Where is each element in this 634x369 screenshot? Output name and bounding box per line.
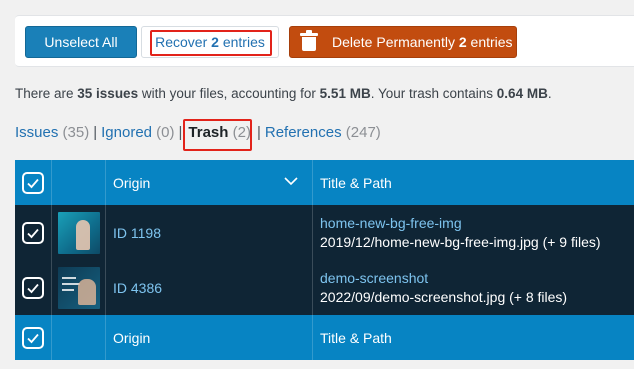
select-all-checkbox[interactable] — [22, 171, 44, 194]
unselect-all-button[interactable]: Unselect All — [25, 26, 137, 58]
checkbox-checked-icon — [27, 283, 39, 293]
thumbnail-column-header — [52, 160, 106, 205]
entry-path: 2022/09/demo-screenshot.jpg (+ 8 files) — [320, 288, 568, 305]
tab-separator: | — [178, 124, 183, 141]
origin-column-footer[interactable]: Origin — [106, 315, 313, 360]
table-row[interactable]: ID 4386 demo-screenshot 2022/09/demo-scr… — [15, 260, 634, 315]
tab-separator: | — [93, 124, 98, 141]
recover-label: Recover 2 entries — [155, 34, 265, 50]
checkbox-checked-icon — [27, 228, 39, 238]
trash-icon — [300, 30, 318, 51]
delete-permanently-button[interactable]: Delete Permanently 2 entries — [289, 26, 517, 58]
thumbnail-image[interactable] — [57, 266, 100, 309]
row-checkbox[interactable] — [22, 276, 44, 299]
select-all-checkbox[interactable] — [22, 326, 44, 349]
origin-link[interactable]: ID 4386 — [113, 280, 162, 296]
origin-column-header[interactable]: Origin — [106, 160, 313, 205]
entry-title-link[interactable]: demo-screenshot — [320, 269, 567, 288]
title-path-column-footer: Title & Path — [320, 329, 392, 346]
origin-link[interactable]: ID 1198 — [113, 225, 161, 241]
tab-trash[interactable]: Trash (2) — [183, 119, 253, 151]
checkbox-checked-icon — [27, 178, 39, 188]
actions-toolbar: Unselect All Recover 2 entries Delete Pe… — [15, 15, 634, 67]
thumbnail-image[interactable] — [57, 211, 100, 254]
unselect-all-label: Unselect All — [44, 34, 118, 50]
checkbox-checked-icon — [27, 333, 39, 343]
title-path-column-header: Title & Path — [320, 174, 392, 191]
filter-tabs: Issues (35) | Ignored (0) | Trash (2) | … — [15, 119, 381, 151]
entry-title-link[interactable]: home-new-bg-free-img — [320, 214, 601, 233]
issues-summary: There are 35 issues with your files, acc… — [15, 86, 552, 101]
table-header: Origin Title & Path — [15, 160, 634, 205]
chevron-down-icon[interactable] — [284, 176, 298, 186]
tab-separator: | — [256, 124, 261, 141]
delete-label: Delete Permanently 2 entries — [332, 34, 513, 50]
tab-references[interactable]: References (247) — [265, 124, 381, 141]
table-footer: Origin Title & Path — [15, 315, 634, 360]
entry-path: 2019/12/home-new-bg-free-img.jpg (+ 9 fi… — [320, 233, 601, 250]
thumbnail-column-footer — [52, 315, 106, 360]
tab-issues[interactable]: Issues (35) — [15, 124, 89, 141]
trash-table: Origin Title & Path ID 1198 home-new-bg-… — [15, 160, 634, 360]
table-row[interactable]: ID 1198 home-new-bg-free-img 2019/12/hom… — [15, 205, 634, 260]
recover-entries-button[interactable]: Recover 2 entries — [141, 26, 279, 58]
row-checkbox[interactable] — [22, 221, 44, 244]
tab-ignored[interactable]: Ignored (0) — [101, 124, 174, 141]
